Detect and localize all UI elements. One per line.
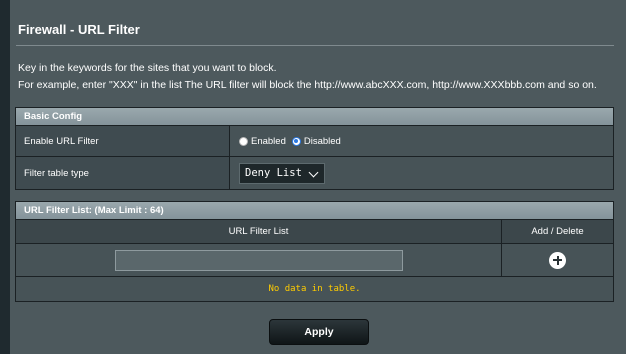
description-line-2: For example, enter "XXX" in the list The… bbox=[18, 79, 597, 91]
url-filter-list-header: URL Filter List: (Max Limit : 64) bbox=[16, 202, 613, 219]
add-icon[interactable] bbox=[549, 251, 566, 269]
column-url-filter-list: URL Filter List bbox=[16, 220, 502, 243]
disabled-radio[interactable] bbox=[291, 136, 301, 146]
title-divider bbox=[16, 45, 614, 46]
basic-config-header: Basic Config bbox=[16, 108, 613, 125]
filter-table-type-label: Filter table type bbox=[16, 157, 230, 189]
url-filter-panel: Firewall - URL Filter Key in the keyword… bbox=[10, 0, 626, 354]
url-filter-list-columns: URL Filter List Add / Delete bbox=[16, 219, 613, 243]
left-frame-edge bbox=[0, 0, 10, 354]
page-title: Firewall - URL Filter bbox=[18, 22, 140, 37]
enable-url-filter-row: Enable URL Filter Enabled Disabled bbox=[16, 125, 613, 156]
basic-config-section: Basic Config Enable URL Filter Enabled D… bbox=[15, 107, 614, 190]
filter-table-type-value: Deny List bbox=[245, 167, 302, 179]
column-add-delete: Add / Delete bbox=[531, 226, 584, 237]
description-line-1: Key in the keywords for the sites that y… bbox=[18, 62, 277, 74]
filter-table-type-cell: Deny List bbox=[230, 157, 613, 189]
empty-table-message: No data in table. bbox=[16, 276, 613, 301]
url-filter-input-cell bbox=[16, 244, 502, 276]
filter-table-type-row: Filter table type Deny List bbox=[16, 156, 613, 189]
enabled-radio-label[interactable]: Enabled bbox=[251, 136, 286, 147]
url-filter-input-row bbox=[16, 243, 613, 276]
add-cell bbox=[502, 244, 613, 276]
disabled-radio-label[interactable]: Disabled bbox=[304, 136, 341, 147]
chevron-down-icon bbox=[308, 167, 319, 177]
filter-table-type-select[interactable]: Deny List bbox=[239, 162, 325, 184]
url-filter-list-section: URL Filter List: (Max Limit : 64) URL Fi… bbox=[15, 201, 614, 302]
enable-url-filter-options: Enabled Disabled bbox=[230, 126, 613, 156]
enable-url-filter-label: Enable URL Filter bbox=[16, 126, 230, 156]
apply-button[interactable]: Apply bbox=[269, 319, 369, 345]
url-keyword-input[interactable] bbox=[114, 249, 403, 271]
enabled-radio[interactable] bbox=[239, 136, 248, 146]
